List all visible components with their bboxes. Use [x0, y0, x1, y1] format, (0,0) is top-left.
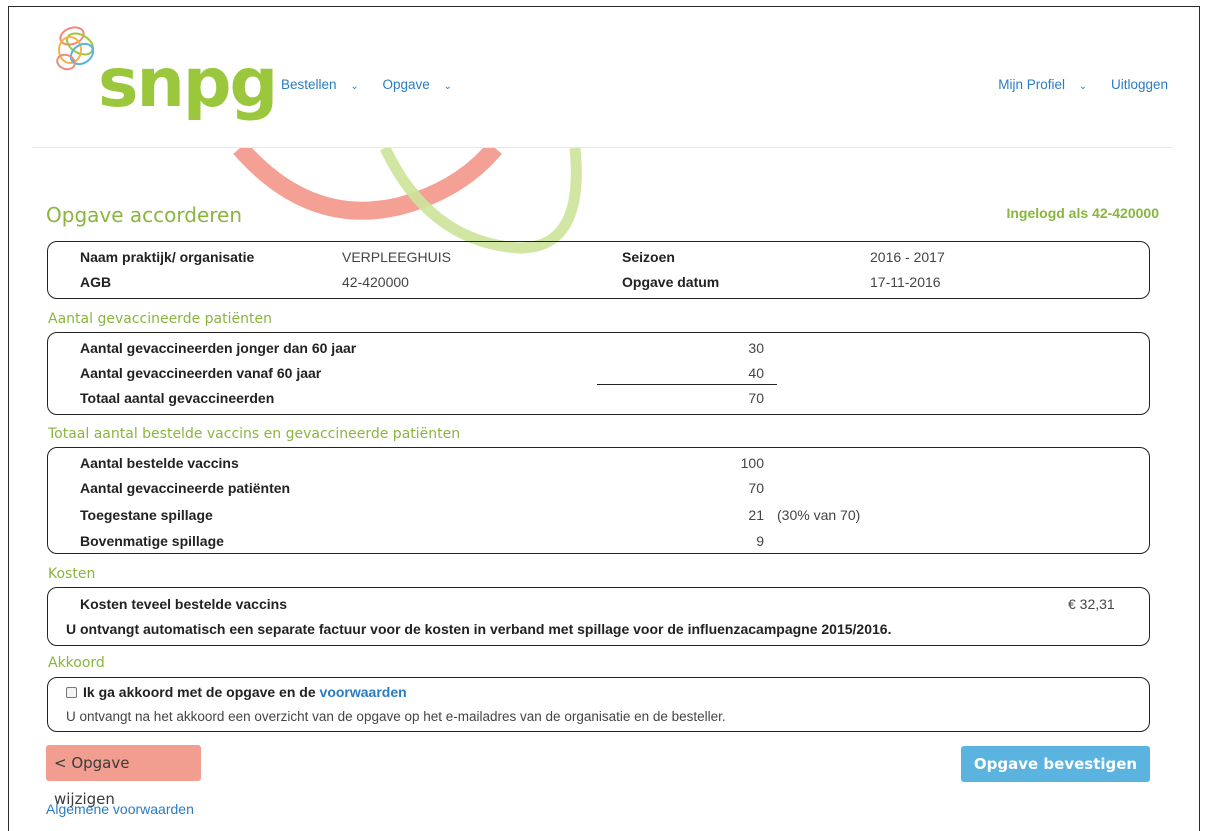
agree-label: Ik ga akkoord met de opgave en de voorwa…: [83, 684, 407, 700]
main-nav: Bestellen ⌄ Opgave ⌄: [281, 77, 472, 92]
agree-checkbox[interactable]: [66, 687, 77, 698]
allowed-spillage-value: 21: [748, 507, 764, 523]
date-label: Opgave datum: [622, 274, 720, 290]
nav-mijn-profiel[interactable]: Mijn Profiel ⌄: [998, 77, 1097, 92]
chevron-down-icon: ⌄: [443, 81, 452, 92]
chevron-down-icon: ⌄: [1078, 81, 1088, 92]
season-label: Seizoen: [622, 249, 675, 265]
ordered-vaccines-value: 100: [740, 455, 764, 471]
vaccinated-60-plus-label: Aantal gevaccineerden vanaf 60 jaar: [80, 365, 322, 381]
agree-info: U ontvangt na het akkoord een overzicht …: [66, 709, 726, 724]
chevron-down-icon: ⌄: [350, 81, 359, 92]
confirm-button[interactable]: Opgave bevestigen: [961, 746, 1150, 782]
vaccinated-under-60-value: 30: [748, 340, 764, 356]
footer-terms-link[interactable]: Algemene voorwaarden: [46, 801, 194, 817]
back-button[interactable]: < Opgave wijzigen: [46, 745, 201, 808]
logo-text[interactable]: snpg: [98, 50, 278, 118]
vaccinated-60-plus-value: 40: [748, 365, 764, 381]
vaccinated-patients-value: 70: [748, 480, 764, 496]
logged-in-label: Ingelogd als 42-420000: [1006, 205, 1159, 221]
costs-label: Kosten teveel bestelde vaccins: [80, 596, 287, 612]
org-value: VERPLEEGHUIS: [342, 249, 451, 265]
section-title-akkoord: Akkoord: [48, 655, 105, 671]
nav-uitloggen[interactable]: Uitloggen: [1111, 77, 1168, 92]
ordered-vaccines-label: Aantal bestelde vaccins: [80, 455, 239, 471]
allowed-spillage-note: (30% van 70): [777, 507, 861, 523]
excess-spillage-value: 9: [756, 533, 764, 549]
page-title: Opgave accorderen: [46, 203, 243, 227]
voorwaarden-link[interactable]: voorwaarden: [320, 684, 407, 700]
vaccinated-under-60-label: Aantal gevaccineerden jonger dan 60 jaar: [80, 340, 357, 356]
date-value: 17-11-2016: [870, 274, 941, 290]
costs-notice: U ontvangt automatisch een separate fact…: [66, 621, 892, 637]
costs-amount: € 32,31: [1068, 596, 1115, 612]
section-title-costs: Kosten: [48, 566, 96, 582]
nav-bestellen[interactable]: Bestellen ⌄: [281, 77, 369, 92]
excess-spillage-label: Bovenmatige spillage: [80, 533, 224, 549]
vaccinated-total-label: Totaal aantal gevaccineerden: [80, 390, 275, 406]
agree-text: Ik ga akkoord met de opgave en de: [83, 684, 316, 700]
section-title-totals: Totaal aantal bestelde vaccins en gevacc…: [48, 426, 461, 442]
user-nav: Mijn Profiel ⌄ Uitloggen: [998, 77, 1168, 92]
vaccinated-total-value: 70: [748, 390, 764, 406]
allowed-spillage-label: Toegestane spillage: [80, 507, 213, 523]
season-value: 2016 - 2017: [870, 249, 945, 265]
agb-value: 42-420000: [342, 274, 409, 290]
vaccinated-patients-label: Aantal gevaccineerde patiënten: [80, 480, 291, 496]
section-title-vaccinated: Aantal gevaccineerde patiënten: [48, 311, 272, 327]
sum-divider: [597, 384, 777, 385]
nav-opgave[interactable]: Opgave ⌄: [382, 77, 461, 92]
agb-label: AGB: [80, 274, 112, 290]
org-label: Naam praktijk/ organisatie: [80, 249, 255, 265]
